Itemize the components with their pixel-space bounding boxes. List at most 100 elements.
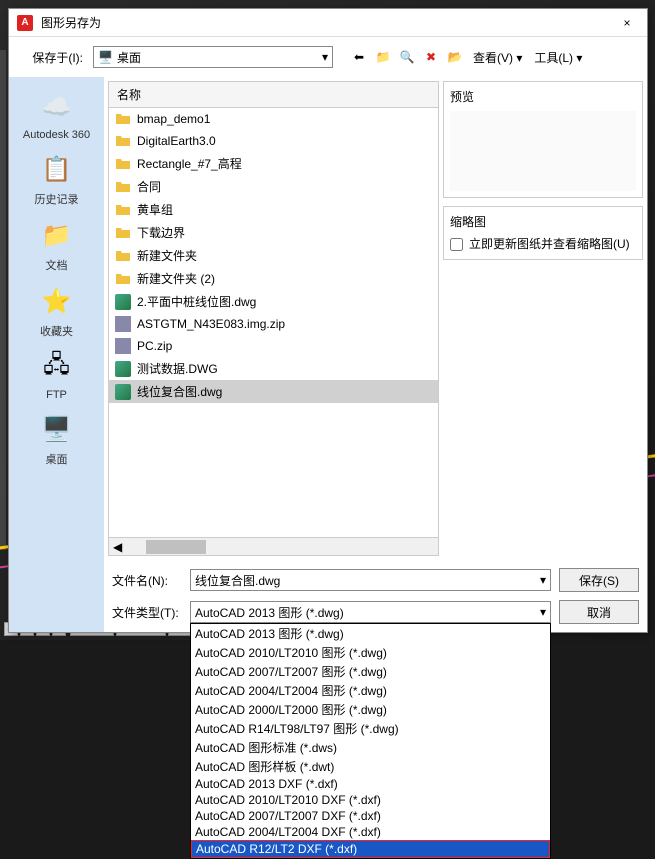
file-row[interactable]: Rectangle_#7_高程 [109, 152, 438, 175]
cloud-icon: ☁️ [39, 89, 75, 125]
chevron-down-icon: ▾ [540, 605, 546, 619]
update-thumbnail-checkbox[interactable]: 立即更新图纸并查看缩略图(U) [450, 236, 636, 253]
filetype-option[interactable]: AutoCAD 2013 DXF (*.dxf) [191, 776, 550, 792]
desktop-icon: 🖥️ [39, 411, 75, 447]
folder-icon [115, 225, 131, 241]
file-name: 新建文件夹 [137, 247, 197, 264]
filetype-option[interactable]: AutoCAD 2007/LT2007 DXF (*.dxf) [191, 808, 550, 824]
sidebar-item-label: 收藏夹 [17, 323, 97, 339]
dialog-title: 图形另存为 [41, 14, 615, 31]
file-row[interactable]: 合同 [109, 175, 438, 198]
file-row[interactable]: 下载边界 [109, 221, 438, 244]
filetype-combo[interactable]: AutoCAD 2013 图形 (*.dwg) ▾ [190, 601, 551, 623]
file-row[interactable]: PC.zip [109, 335, 438, 357]
places-sidebar: ☁️ Autodesk 360 📋 历史记录 📁文档 ⭐ 收藏夹 🖧FTP 🖥️ 桌面 [9, 77, 104, 632]
file-row[interactable]: bmap_demo1 [109, 108, 438, 130]
thumbnail-heading: 缩略图 [450, 213, 636, 230]
view-menu[interactable]: 查看(V) ▾ [469, 47, 526, 68]
file-name: bmap_demo1 [137, 112, 210, 126]
file-row[interactable]: 新建文件夹 (2) [109, 267, 438, 290]
sidebar-item-ftp[interactable]: 🖧FTP [17, 345, 97, 405]
sidebar-item-star[interactable]: ⭐ 收藏夹 [17, 279, 97, 343]
sidebar-item-cloud[interactable]: ☁️ Autodesk 360 [17, 85, 97, 145]
file-name: 新建文件夹 (2) [137, 270, 215, 287]
filetype-option[interactable]: AutoCAD 2013 图形 (*.dwg) [191, 624, 550, 643]
update-thumb-label: 立即更新图纸并查看缩略图(U) [469, 236, 630, 253]
star-icon: ⭐ [39, 283, 75, 319]
filetype-option[interactable]: AutoCAD 2010/LT2010 DXF (*.dxf) [191, 792, 550, 808]
filename-label: 文件名(N): [112, 572, 182, 589]
file-row[interactable]: 黄阜组 [109, 198, 438, 221]
filetype-option[interactable]: AutoCAD 2004/LT2004 DXF (*.dxf) [191, 824, 550, 840]
filetype-option[interactable]: AutoCAD 2010/LT2010 图形 (*.dwg) [191, 643, 550, 662]
tools-menu[interactable]: 工具(L) ▾ [530, 47, 586, 68]
search-icon[interactable]: 🔍 [397, 47, 417, 67]
desktop-icon: 🖥️ [98, 50, 113, 64]
sidebar-item-label: 桌面 [17, 451, 97, 467]
filetype-option[interactable]: AutoCAD 2004/LT2004 图形 (*.dwg) [191, 681, 550, 700]
file-row[interactable]: 线位复合图.dwg [109, 380, 438, 403]
filetype-option[interactable]: AutoCAD 2000/LT2000 图形 (*.dwg) [191, 700, 550, 719]
up-icon[interactable]: 📁 [373, 47, 393, 67]
app-logo-icon: A [17, 15, 33, 31]
filename-input[interactable]: 线位复合图.dwg ▾ [190, 569, 551, 591]
file-row[interactable]: 测试数据.DWG [109, 357, 438, 380]
close-button[interactable]: × [615, 11, 639, 35]
filetype-dropdown[interactable]: AutoCAD 2013 图形 (*.dwg)AutoCAD 2010/LT20… [190, 623, 551, 859]
location-combo[interactable]: 🖥️ 桌面 ▾ [93, 46, 333, 68]
chevron-down-icon: ▾ [576, 51, 582, 65]
cancel-button[interactable]: 取消 [559, 600, 639, 624]
file-name: 测试数据.DWG [137, 360, 218, 377]
file-row[interactable]: DigitalEarth3.0 [109, 130, 438, 152]
sidebar-item-history[interactable]: 📋 历史记录 [17, 147, 97, 211]
file-name: ASTGTM_N43E083.img.zip [137, 317, 285, 331]
location-text: 桌面 [117, 49, 141, 66]
folder-icon [115, 248, 131, 264]
filetype-option[interactable]: AutoCAD R12/LT2 DXF (*.dxf) [191, 840, 550, 858]
folder-icon [115, 133, 131, 149]
filetype-option[interactable]: AutoCAD 图形标准 (*.dws) [191, 738, 550, 757]
dwg-icon [115, 384, 131, 400]
delete-icon[interactable]: ✖ [421, 47, 441, 67]
chevron-down-icon: ▾ [322, 50, 328, 64]
zip-icon [115, 316, 131, 332]
folder-icon [115, 179, 131, 195]
update-thumb-input[interactable] [450, 238, 463, 251]
new-folder-icon[interactable]: 📂 [445, 47, 465, 67]
file-name: 2.平面中桩线位图.dwg [137, 293, 256, 310]
filetype-option[interactable]: AutoCAD 2007/LT2007 图形 (*.dwg) [191, 662, 550, 681]
file-name: 合同 [137, 178, 161, 195]
folder-icon [115, 202, 131, 218]
file-row[interactable]: 2.平面中桩线位图.dwg [109, 290, 438, 313]
file-row[interactable]: ASTGTM_N43E083.img.zip [109, 313, 438, 335]
filetype-option[interactable]: AutoCAD 图形样板 (*.dwt) [191, 757, 550, 776]
dwg-icon [115, 361, 131, 377]
file-list: 名称 bmap_demo1 DigitalEarth3.0 Rectangle_#7… [108, 81, 439, 556]
folder-icon [115, 271, 131, 287]
save-button[interactable]: 保存(S) [559, 568, 639, 592]
chevron-down-icon: ▾ [516, 51, 522, 65]
filename-value: 线位复合图.dwg [195, 572, 280, 589]
sidebar-item-label: FTP [17, 389, 97, 401]
filetype-label: 文件类型(T): [112, 604, 182, 621]
zip-icon [115, 338, 131, 354]
filetype-value: AutoCAD 2013 图形 (*.dwg) [195, 604, 344, 621]
file-name: PC.zip [137, 339, 172, 353]
sidebar-item-desktop[interactable]: 🖥️ 桌面 [17, 407, 97, 471]
preview-thumbnail [450, 111, 636, 191]
horizontal-scrollbar[interactable]: ◀ [109, 537, 438, 555]
file-name: Rectangle_#7_高程 [137, 155, 242, 172]
back-icon[interactable]: ⬅ [349, 47, 369, 67]
save-as-dialog: A 图形另存为 × 保存于(I): 🖥️ 桌面 ▾ ⬅ 📁 🔍 ✖ 📂 查看(V… [8, 8, 648, 633]
save-in-label: 保存于(I): [17, 49, 87, 66]
filetype-option[interactable]: AutoCAD R14/LT98/LT97 图形 (*.dwg) [191, 719, 550, 738]
column-name[interactable]: 名称 [117, 86, 141, 103]
sidebar-item-label: 历史记录 [17, 191, 97, 207]
folder-icon: 📁 [39, 217, 75, 253]
preview-heading: 预览 [450, 88, 636, 105]
file-row[interactable]: 新建文件夹 [109, 244, 438, 267]
sidebar-item-folder[interactable]: 📁文档 [17, 213, 97, 277]
history-icon: 📋 [39, 151, 75, 187]
sidebar-item-label: Autodesk 360 [17, 129, 97, 141]
chevron-down-icon: ▾ [540, 573, 546, 587]
